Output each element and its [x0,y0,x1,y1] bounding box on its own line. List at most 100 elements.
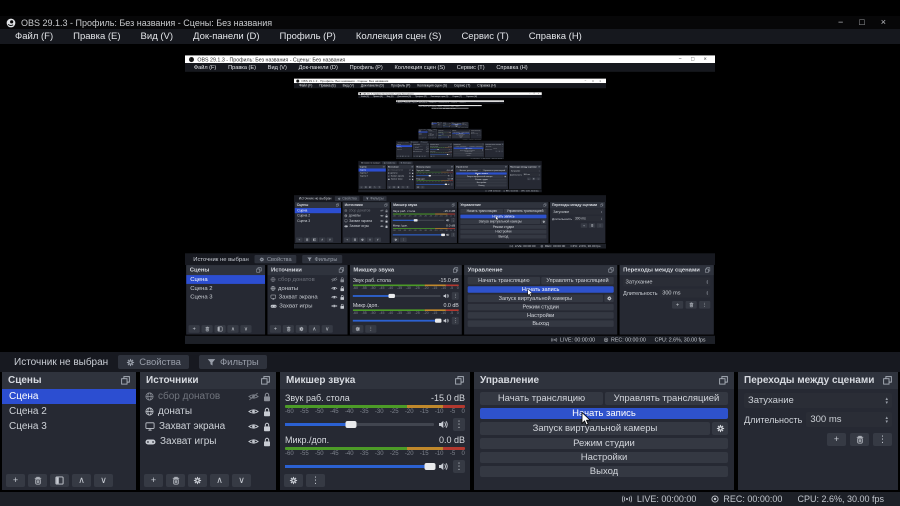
scene-item-selected[interactable]: Сцена [2,389,136,404]
lock-icon[interactable] [263,437,271,447]
start-streaming-button[interactable]: Начать трансляцию [480,392,603,405]
add-source-button: + [343,237,351,242]
menu-scene-collection: Коллекция сцен (S) [417,83,448,88]
lock-icon[interactable] [263,407,271,417]
exit-button: Выход [460,234,547,239]
filters-button[interactable]: Фильтры [198,355,267,369]
popout-icon[interactable] [121,376,130,385]
filter-icon [365,197,369,200]
close-button[interactable]: × [881,16,886,29]
source-item[interactable]: сбор донатов [140,389,276,404]
scene-filters-button[interactable] [50,474,69,487]
source-toolbar: Источник не выбран Свойства Фильтры [293,195,607,203]
channel-menu-button[interactable]: ⋮ [453,460,465,473]
eye-visible-icon[interactable] [248,407,259,416]
menu-help[interactable]: Справка (H) [519,31,592,42]
duration-spinbox[interactable]: 300 ms ▴ ▾ [806,412,892,427]
obs-window: OBS 29.1.3 - Профиль: Без названия - Сце… [0,0,900,506]
mixer-menu-button[interactable]: ⋮ [306,474,325,487]
popout-icon [482,143,484,145]
eye-visible-icon[interactable] [248,437,259,446]
add-source-button[interactable]: + [144,474,163,487]
advanced-audio-button[interactable] [284,474,303,487]
virtual-camera-settings-button[interactable] [712,422,728,435]
eye-hidden-icon[interactable] [248,392,259,401]
start-recording-button[interactable]: Начать запись [480,408,728,419]
popout-icon [451,165,453,168]
source-item: Захват игры [267,302,347,311]
move-source-up-button[interactable]: ∧ [210,474,229,487]
popout-icon[interactable] [883,376,892,385]
volume-slider[interactable] [285,463,436,470]
remove-transition-button[interactable] [850,433,869,446]
channel-menu-button[interactable]: ⋮ [453,418,465,431]
scene-item: Сцена 3 [297,219,311,223]
duration-label: Длительность [744,414,803,425]
source-properties-button[interactable] [188,474,207,487]
volume-slider[interactable] [285,421,434,428]
exit-button[interactable]: Выход [480,466,728,477]
window-titlebar: OBS 29.1.3 - Профиль: Без названия - Сце… [185,55,715,64]
popout-icon[interactable] [455,376,464,385]
properties-button[interactable]: Свойства [118,355,189,369]
sources-dock: Источники сбор донатов донаты Захват экр… [342,202,390,244]
eye-visible-icon[interactable] [248,422,259,431]
remove-scene-button[interactable] [28,474,47,487]
menu-file[interactable]: Файл (F) [5,31,63,42]
speaker-icon[interactable] [438,420,449,429]
transition-menu-button[interactable]: ⋮ [873,433,892,446]
lock-icon[interactable] [263,392,271,402]
gear-icon [193,476,202,485]
menu-profile[interactable]: Профиль (P) [270,31,346,42]
lock-icon [340,303,345,309]
preview-canvas[interactable]: OBS 29.1.3 - Профиль: Без названия - Сце… [0,44,900,352]
speaker-icon[interactable] [438,462,449,471]
lock-icon [427,151,429,153]
cpu-status: CPU: 2.6%, 30.00 fps [491,157,503,160]
spinner-arrows-icon[interactable]: ▴ ▾ [885,396,888,405]
remove-source-button[interactable] [166,474,185,487]
gear-icon [299,326,304,332]
manage-stream-button[interactable]: Управлять трансляцией [605,392,728,405]
add-transition-button[interactable]: + [827,433,846,446]
add-scene-button[interactable]: + [6,474,25,487]
minimize-button: − [678,56,682,62]
eye-visible-icon [331,287,338,290]
obs-window: OBS 29.1.3 - Профиль: Без названия - Сце… [358,89,542,193]
start-virtual-camera-button[interactable]: Запуск виртуальной камеры [480,422,710,435]
menu-edit[interactable]: Правка (E) [63,31,130,42]
record-disc-icon [711,495,719,503]
minimize-button[interactable]: − [838,16,843,29]
settings-button[interactable]: Настройки [480,452,728,463]
scene-item: Сцена 3 [396,149,402,151]
lock-icon[interactable] [263,422,271,432]
menu-scene-collection[interactable]: Коллекция сцен (S) [346,31,452,42]
menu-view[interactable]: Вид (V) [131,31,184,42]
transitions-toolbar: + ⋮ [744,433,892,446]
transition-select[interactable]: Затухание ▴ ▾ [744,393,892,408]
source-item[interactable]: Захват игры [140,434,276,449]
source-item[interactable]: Захват экрана [140,419,276,434]
mixer-channel-desktop: Звук раб. стола -15.0 dB -60-55-50-45-40… [430,146,453,151]
scene-item[interactable]: Сцена 2 [2,404,136,419]
menu-docks[interactable]: Док-панели (D) [183,31,269,42]
controls-dock: Управление Начать трансляцию Управлять т… [451,130,471,139]
status-bar: LIVE: 00:00:00 REC: 00:00:00 CPU: 2.6%, … [358,189,542,193]
studio-mode-button[interactable]: Режим студии [480,438,728,449]
eye-visible-icon [379,225,384,227]
browser-source-icon [344,214,348,218]
move-scene-up-button: ∧ [372,185,377,189]
spinner-arrows-icon[interactable]: ▴ ▾ [885,415,888,424]
cpu-status: CPU: 2.6%, 30.00 fps [520,189,539,192]
source-item[interactable]: донаты [140,404,276,419]
window-title: OBS 29.1.3 - Профиль: Без названия - Сце… [301,79,389,83]
scene-item[interactable]: Сцена 3 [2,419,136,434]
gear-icon [127,358,135,366]
move-source-down-button[interactable]: ∨ [232,474,251,487]
popout-icon[interactable] [261,376,270,385]
move-scene-up-button[interactable]: ∧ [72,474,91,487]
popout-icon[interactable] [719,376,728,385]
maximize-button[interactable]: □ [859,16,864,29]
move-scene-down-button[interactable]: ∨ [94,474,113,487]
menu-tools[interactable]: Сервис (T) [451,31,518,42]
